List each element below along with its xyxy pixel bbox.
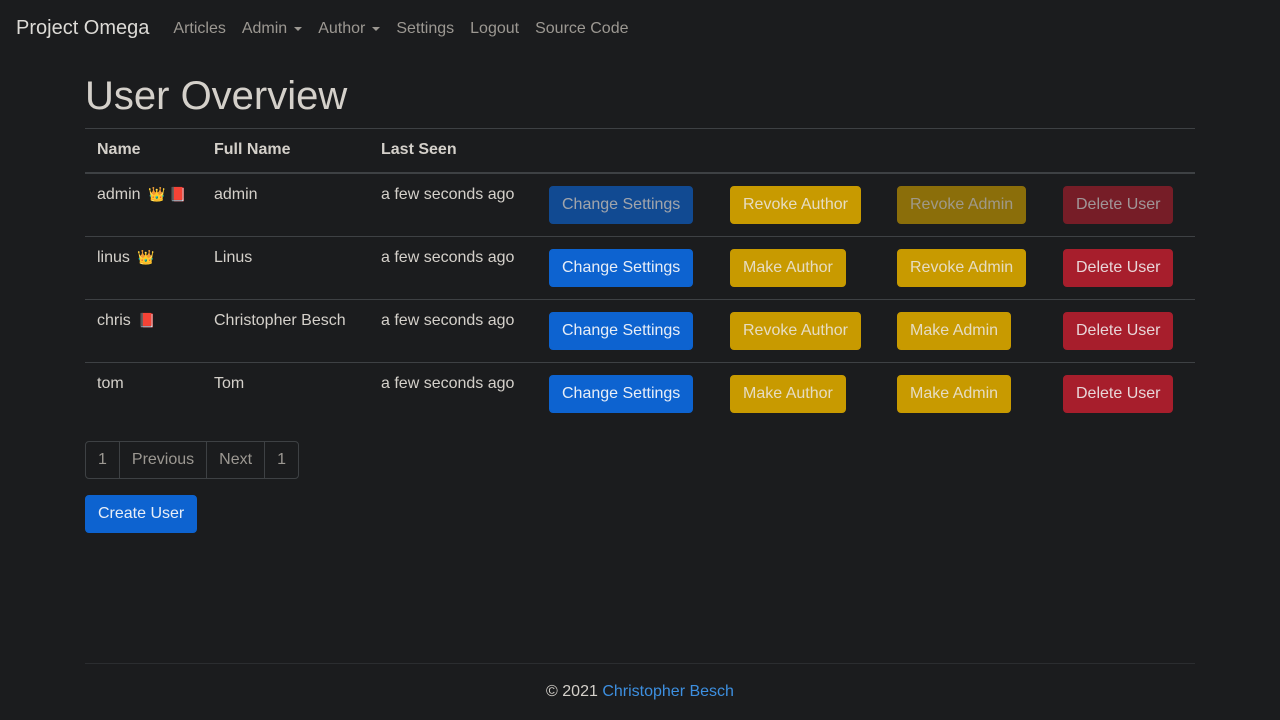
users-table: Name Full Name Last Seen admin 👑 📕 admin… [85, 128, 1195, 425]
revoke-admin-button[interactable]: Revoke Admin [897, 185, 1027, 224]
header-last-seen: Last Seen [381, 141, 457, 159]
delete-user-button[interactable]: Delete User [1063, 374, 1174, 413]
nav-author-label: Author [318, 19, 366, 37]
crown-book-icons: 👑 📕 [148, 185, 187, 202]
nav-logout[interactable]: Logout [462, 20, 527, 38]
table-header-row: Name Full Name Last Seen [85, 128, 1195, 173]
page-last[interactable]: 1 [264, 442, 298, 478]
last-seen: a few seconds ago [381, 311, 515, 329]
nav-articles-label: Articles [173, 19, 226, 37]
user-name: tom [97, 374, 124, 392]
revoke-author-button[interactable]: Revoke Author [730, 185, 861, 224]
nav-source-code-label: Source Code [535, 19, 629, 37]
change-settings-button[interactable]: Change Settings [549, 185, 694, 224]
revoke-author-button[interactable]: Revoke Author [730, 311, 861, 350]
full-name: Christopher Besch [214, 311, 346, 329]
last-seen: a few seconds ago [381, 248, 515, 266]
page-title: User Overview [85, 74, 348, 118]
table-row: linus 👑 Linus a few seconds ago Change S… [85, 236, 1195, 299]
user-name: admin [97, 185, 141, 203]
change-settings-button[interactable]: Change Settings [549, 374, 694, 413]
last-seen: a few seconds ago [381, 374, 515, 392]
table-row: admin 👑 📕 admin a few seconds ago Change… [85, 173, 1195, 237]
caret-down-icon [372, 27, 381, 31]
delete-user-button[interactable]: Delete User [1063, 311, 1174, 350]
user-name-cell: chris 📕 [85, 299, 202, 362]
user-name-cell: admin 👑 📕 [85, 173, 202, 237]
full-name: Tom [214, 374, 245, 392]
footer-divider [85, 663, 1195, 664]
delete-user-button[interactable]: Delete User [1063, 185, 1174, 224]
nav-settings-label: Settings [396, 19, 455, 37]
delete-user-button[interactable]: Delete User [1063, 248, 1174, 287]
page-previous[interactable]: Previous [118, 442, 206, 478]
make-admin-button[interactable]: Make Admin [897, 311, 1012, 350]
full-name: admin [214, 185, 258, 203]
pagination: 1 Previous Next 1 [85, 441, 299, 479]
nav-articles[interactable]: Articles [165, 20, 233, 38]
change-settings-button[interactable]: Change Settings [549, 311, 694, 350]
nav-settings[interactable]: Settings [388, 20, 462, 38]
create-user-button[interactable]: Create User [85, 495, 198, 533]
crown-icon: 👑 [137, 248, 155, 265]
nav-author-dropdown[interactable]: Author [310, 20, 388, 38]
caret-down-icon [294, 27, 303, 31]
footer-author-link[interactable]: Christopher Besch [602, 683, 734, 700]
make-author-button[interactable]: Make Author [730, 374, 846, 413]
page-first[interactable]: 1 [86, 442, 119, 478]
full-name: Linus [214, 248, 253, 266]
last-seen: a few seconds ago [381, 185, 515, 203]
footer: © 2021 Christopher Besch [0, 683, 1280, 701]
make-author-button[interactable]: Make Author [730, 248, 846, 287]
header-full-name: Full Name [214, 141, 291, 159]
footer-copyright: © 2021 [546, 683, 598, 700]
header-empty [718, 129, 885, 173]
header-empty [537, 129, 718, 173]
nav-admin-dropdown[interactable]: Admin [234, 20, 310, 38]
nav-source-code[interactable]: Source Code [527, 20, 636, 38]
page-next[interactable]: Next [206, 442, 264, 478]
user-name: chris [97, 311, 131, 329]
user-name-cell: linus 👑 [85, 236, 202, 299]
nav-logout-label: Logout [470, 19, 520, 37]
book-icon: 📕 [138, 311, 156, 328]
make-admin-button[interactable]: Make Admin [897, 374, 1012, 413]
header-name: Name [97, 141, 141, 159]
user-name: linus [97, 248, 130, 266]
table-row: tom Tom a few seconds ago Change Setting… [85, 362, 1195, 425]
user-name-cell: tom [85, 362, 202, 425]
brand-link[interactable]: Project Omega [16, 17, 149, 40]
header-empty [1051, 129, 1195, 173]
revoke-admin-button[interactable]: Revoke Admin [897, 248, 1027, 287]
change-settings-button[interactable]: Change Settings [549, 248, 694, 287]
navbar: Project Omega Articles Admin Author Sett… [0, 0, 1280, 57]
table-row: chris 📕 Christopher Besch a few seconds … [85, 299, 1195, 362]
header-empty [885, 129, 1051, 173]
nav-admin-label: Admin [241, 19, 288, 37]
